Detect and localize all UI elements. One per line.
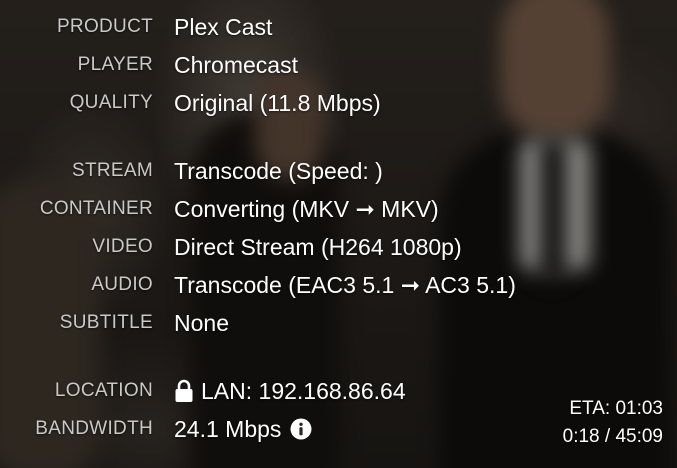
lock-icon	[175, 379, 193, 402]
bandwidth-label: BANDWIDTH	[35, 418, 153, 439]
video-row: VIDEO Direct Stream (H264 1080p)	[0, 228, 560, 266]
product-value: Plex Cast	[174, 13, 273, 40]
player-value: Chromecast	[174, 51, 298, 78]
subtitle-row: SUBTITLE None	[0, 304, 560, 342]
product-row: PRODUCT Plex Cast	[0, 8, 560, 46]
bandwidth-value-wrap: 24.1 Mbps	[174, 416, 312, 443]
quality-label: QUALITY	[69, 92, 153, 113]
location-value: LAN: 192.168.86.64	[201, 377, 406, 404]
audio-label: AUDIO	[91, 274, 153, 295]
location-label: LOCATION	[54, 380, 153, 401]
subtitle-value: None	[174, 309, 229, 336]
stream-label: STREAM	[72, 160, 153, 181]
audio-value: Transcode (EAC3 5.1 ➞ AC3 5.1)	[174, 271, 516, 298]
stream-value: Transcode (Speed: )	[174, 157, 383, 184]
container-label: CONTAINER	[39, 198, 153, 219]
video-value: Direct Stream (H264 1080p)	[174, 233, 462, 260]
container-value: Converting (MKV ➞ MKV)	[174, 195, 439, 222]
player-label: PLAYER	[77, 54, 153, 75]
bandwidth-row: BANDWIDTH 24.1 Mbps	[0, 410, 560, 448]
stream-row: STREAM Transcode (Speed: )	[0, 152, 560, 190]
eta-text: ETA: 01:03	[569, 398, 663, 419]
quality-value: Original (11.8 Mbps)	[174, 89, 381, 116]
playback-time: 0:18 / 45:09	[562, 426, 663, 447]
product-label: PRODUCT	[56, 16, 153, 37]
quality-row: QUALITY Original (11.8 Mbps)	[0, 84, 560, 122]
container-row: CONTAINER Converting (MKV ➞ MKV)	[0, 190, 560, 228]
bandwidth-value: 24.1 Mbps	[174, 415, 282, 442]
location-value-wrap: LAN: 192.168.86.64	[174, 378, 406, 405]
video-label: VIDEO	[92, 236, 153, 257]
info-icon[interactable]	[290, 418, 312, 440]
player-row: PLAYER Chromecast	[0, 46, 560, 84]
audio-row: AUDIO Transcode (EAC3 5.1 ➞ AC3 5.1)	[0, 266, 560, 304]
subtitle-label: SUBTITLE	[59, 312, 153, 333]
location-row: LOCATION LAN: 192.168.86.64	[0, 372, 560, 410]
